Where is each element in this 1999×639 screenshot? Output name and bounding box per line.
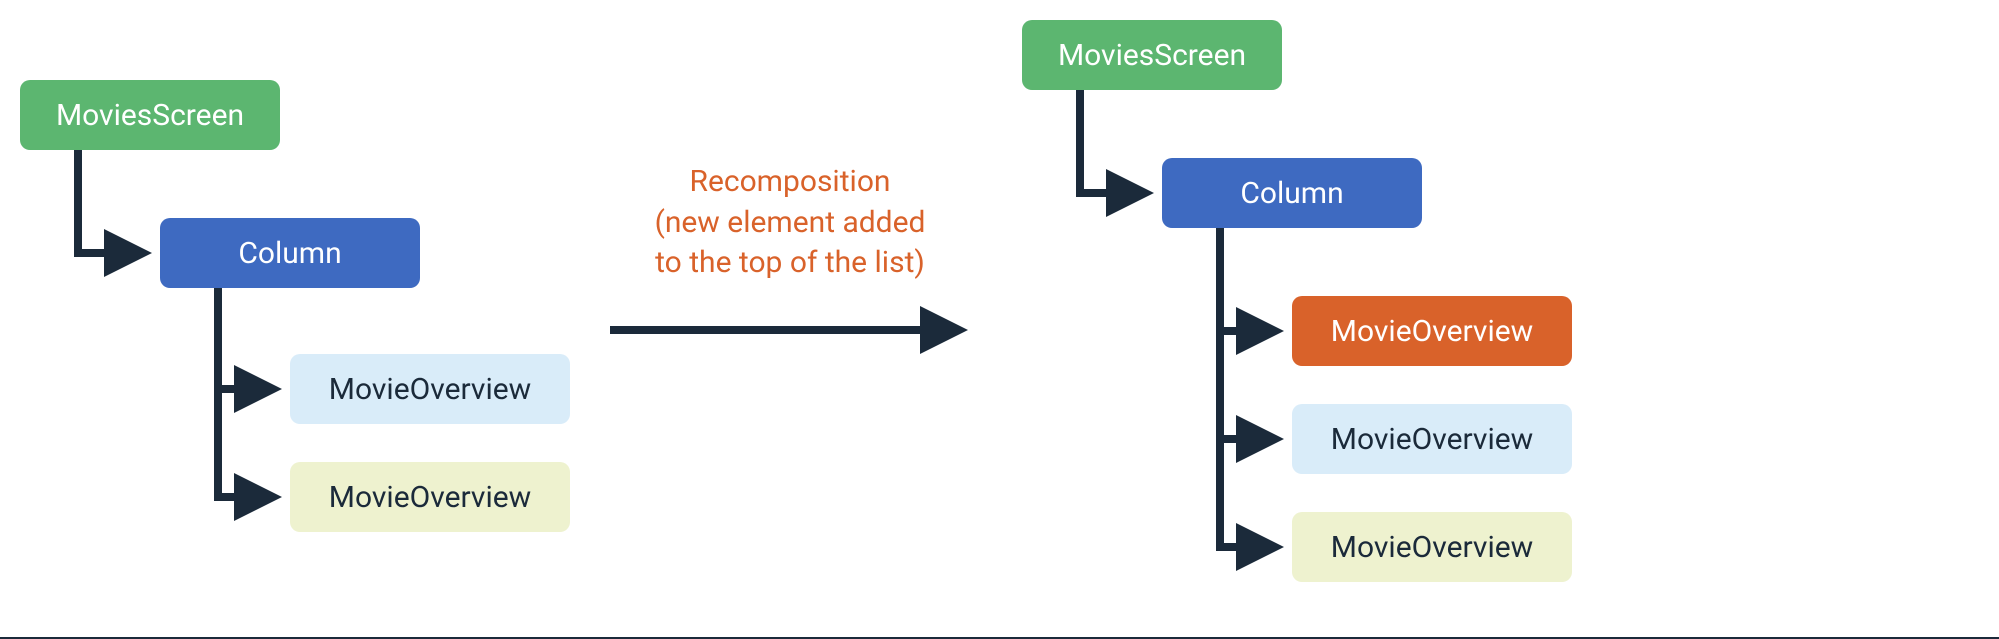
left-item-1: MovieOverview bbox=[290, 462, 570, 532]
right-arrow-column-item0 bbox=[1220, 228, 1276, 331]
left-arrow-root-column bbox=[78, 150, 144, 253]
left-arrow-column-item0 bbox=[218, 288, 274, 389]
connector-layer bbox=[0, 0, 1999, 639]
left-column-node: Column bbox=[160, 218, 420, 288]
right-item-2-label: MovieOverview bbox=[1331, 530, 1533, 565]
right-item-2: MovieOverview bbox=[1292, 512, 1572, 582]
left-root-node: MoviesScreen bbox=[20, 80, 280, 150]
right-root-label: MoviesScreen bbox=[1058, 38, 1246, 73]
right-item-0-label: MovieOverview bbox=[1331, 314, 1533, 349]
left-item-0-label: MovieOverview bbox=[329, 372, 531, 407]
right-arrow-column-item1 bbox=[1220, 228, 1276, 439]
right-item-0: MovieOverview bbox=[1292, 296, 1572, 366]
left-item-1-label: MovieOverview bbox=[329, 480, 531, 515]
right-arrow-root-column bbox=[1080, 90, 1146, 193]
caption-line-2: (new element added bbox=[610, 203, 970, 244]
right-item-1: MovieOverview bbox=[1292, 404, 1572, 474]
right-column-node: Column bbox=[1162, 158, 1422, 228]
caption-line-3: to the top of the list) bbox=[610, 243, 970, 284]
right-column-label: Column bbox=[1240, 176, 1343, 211]
left-root-label: MoviesScreen bbox=[56, 98, 244, 133]
left-item-0: MovieOverview bbox=[290, 354, 570, 424]
caption-line-1: Recomposition bbox=[610, 162, 970, 203]
left-arrow-column-item1 bbox=[218, 288, 274, 497]
right-arrow-column-item2 bbox=[1220, 228, 1276, 547]
right-root-node: MoviesScreen bbox=[1022, 20, 1282, 90]
left-column-label: Column bbox=[238, 236, 341, 271]
recomposition-caption: Recomposition (new element added to the … bbox=[610, 162, 970, 284]
right-item-1-label: MovieOverview bbox=[1331, 422, 1533, 457]
